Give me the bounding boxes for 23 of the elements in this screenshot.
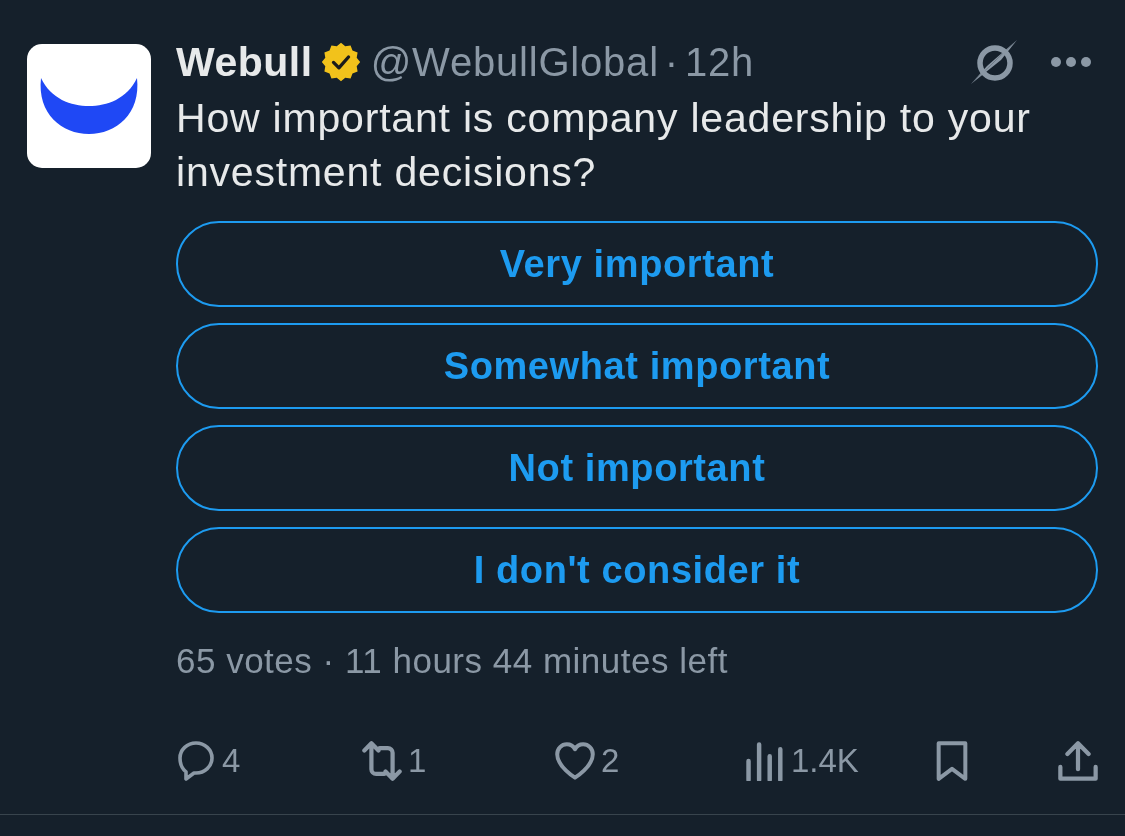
poll-option[interactable]: Somewhat important bbox=[176, 323, 1098, 409]
like-button[interactable]: 2 bbox=[555, 741, 620, 781]
dot-separator: · bbox=[664, 39, 679, 85]
more-icon[interactable] bbox=[1050, 56, 1092, 68]
repost-button[interactable]: 1 bbox=[362, 741, 427, 781]
views-button[interactable]: 1.4K bbox=[745, 741, 859, 781]
slashed-circle-icon[interactable] bbox=[970, 39, 1020, 85]
poll-summary: 65 votes · 11 hours 44 minutes left bbox=[176, 640, 729, 682]
logo-avatar[interactable] bbox=[27, 44, 151, 168]
share-icon bbox=[1058, 741, 1098, 781]
post-text: How important is company leadership to your investment decisions? bbox=[176, 94, 1032, 197]
share-button[interactable] bbox=[1058, 741, 1098, 781]
poll-option[interactable]: I don't consider it bbox=[176, 527, 1098, 613]
author-handle[interactable]: @WebullGlobal bbox=[370, 39, 659, 85]
speech-bubble-icon bbox=[176, 741, 216, 781]
heart-icon bbox=[555, 741, 595, 781]
poll-option[interactable]: Not important bbox=[176, 425, 1098, 511]
bar-chart-icon bbox=[745, 741, 785, 781]
repost-arrows-icon bbox=[362, 741, 402, 781]
poll-option[interactable]: Very important bbox=[176, 221, 1098, 307]
post-time[interactable]: 12h bbox=[684, 39, 755, 85]
author-name[interactable]: Webull bbox=[176, 38, 313, 86]
reply-button[interactable]: 4 bbox=[176, 741, 241, 781]
